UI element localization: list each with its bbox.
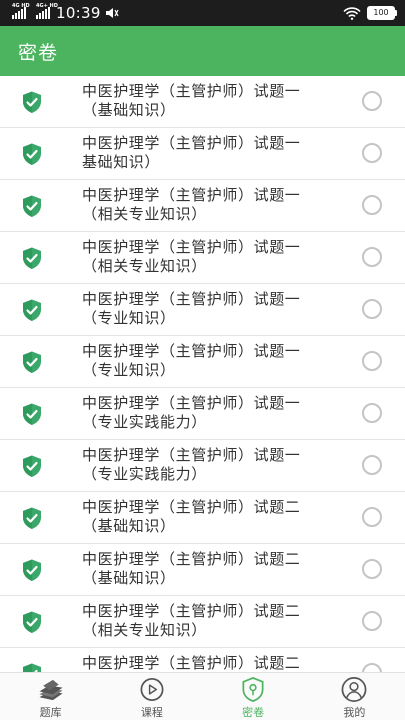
shield-check-icon <box>23 559 41 581</box>
paper-title: 中医护理学（主管护师）试题一 （基础知识） <box>82 82 347 120</box>
select-radio[interactable] <box>362 143 382 163</box>
paper-title-line2: （相关专业知识） <box>82 621 207 639</box>
paper-title-line2: （专业实践能力） <box>82 465 207 483</box>
paper-title-line1: 中医护理学（主管护师）试题一 <box>82 238 301 256</box>
select-radio[interactable] <box>362 611 382 631</box>
nav-label: 课程 <box>140 706 163 719</box>
paper-title-line2: （专业知识） <box>82 309 176 327</box>
paper-title: 中医护理学（主管护师）试题一 （专业知识） <box>82 290 347 328</box>
paper-title-line1: 中医护理学（主管护师）试题一 <box>82 82 301 100</box>
cell-signal-icon: 4G HD <box>12 3 30 19</box>
select-radio[interactable] <box>362 403 382 423</box>
nav-item-question-bank[interactable]: 题库 <box>0 673 101 720</box>
clock: 10:39 <box>56 4 101 22</box>
signal-label: 4G+ HD <box>36 3 58 9</box>
paper-title: 中医护理学（主管护师）试题二 （基础知识） <box>82 498 347 536</box>
list-item[interactable]: 中医护理学（主管护师）试题二 <box>0 648 405 672</box>
mute-icon <box>105 8 119 18</box>
paper-title-line2: （基础知识） <box>82 101 176 119</box>
list-item[interactable]: 中医护理学（主管护师）试题一 （专业实践能力） <box>0 388 405 440</box>
nav-label: 密卷 <box>242 706 265 719</box>
select-radio[interactable] <box>362 247 382 267</box>
paper-title-line1: 中医护理学（主管护师）试题二 <box>82 550 301 568</box>
paper-title: 中医护理学（主管护师）试题二 （相关专业知识） <box>82 602 347 640</box>
select-radio[interactable] <box>362 663 382 672</box>
nav-label: 题库 <box>39 706 62 719</box>
paper-title-line1: 中医护理学（主管护师）试题一 <box>82 186 301 204</box>
paper-title-line1: 中医护理学（主管护师）试题一 <box>82 342 301 360</box>
shield-check-icon <box>23 403 41 425</box>
status-right: 100 <box>343 6 397 20</box>
list-item[interactable]: 中医护理学（主管护师）试题一 （相关专业知识） <box>0 180 405 232</box>
shield-check-icon <box>23 611 41 633</box>
select-radio[interactable] <box>362 559 382 579</box>
select-radio[interactable] <box>362 351 382 371</box>
battery-icon: 100 <box>367 6 397 20</box>
shield-check-icon <box>23 247 41 269</box>
paper-title-line2: 基础知识） <box>82 153 161 171</box>
shield-check-icon <box>23 143 41 165</box>
paper-title-line2: （相关专业知识） <box>82 257 207 275</box>
shield-check-icon <box>23 299 41 321</box>
paper-title-line1: 中医护理学（主管护师）试题二 <box>82 654 301 672</box>
paper-title-line1: 中医护理学（主管护师）试题一 <box>82 134 301 152</box>
shield-check-icon <box>23 507 41 529</box>
paper-title-line2: （相关专业知识） <box>82 205 207 223</box>
paper-title: 中医护理学（主管护师）试题一 （相关专业知识） <box>82 186 347 224</box>
paper-title: 中医护理学（主管护师）试题一 基础知识） <box>82 134 347 172</box>
nav-item-courses[interactable]: 课程 <box>101 673 202 720</box>
status-left: 4G HD 4G+ HD 10:39 <box>12 3 119 22</box>
paper-title-line2: （基础知识） <box>82 517 176 535</box>
paper-title-line1: 中医护理学（主管护师）试题二 <box>82 498 301 516</box>
play-circle-icon <box>140 678 164 701</box>
status-bar: 4G HD 4G+ HD 10:39 100 <box>0 0 405 26</box>
signal-label: 4G HD <box>12 3 30 9</box>
list-item[interactable]: 中医护理学（主管护师）试题二 （基础知识） <box>0 544 405 596</box>
list-item[interactable]: 中医护理学（主管护师）试题一 （专业知识） <box>0 284 405 336</box>
shield-check-icon <box>23 91 41 113</box>
paper-title: 中医护理学（主管护师）试题一 （专业实践能力） <box>82 446 347 484</box>
paper-title-line1: 中医护理学（主管护师）试题一 <box>82 290 301 308</box>
select-radio[interactable] <box>362 455 382 475</box>
cell-signal-icon: 4G+ HD <box>36 3 58 19</box>
select-radio[interactable] <box>362 507 382 527</box>
nav-item-profile[interactable]: 我的 <box>304 673 405 720</box>
list-item[interactable]: 中医护理学（主管护师）试题二 （相关专业知识） <box>0 596 405 648</box>
paper-title: 中医护理学（主管护师）试题二 <box>82 654 347 672</box>
shield-check-icon <box>23 663 41 672</box>
list-item[interactable]: 中医护理学（主管护师）试题一 （基础知识） <box>0 76 405 128</box>
bottom-nav: 题库 课程 密卷 我的 <box>0 672 405 720</box>
shield-check-icon <box>23 195 41 217</box>
list-item[interactable]: 中医护理学（主管护师）试题一 （专业实践能力） <box>0 440 405 492</box>
paper-title: 中医护理学（主管护师）试题一 （专业实践能力） <box>82 394 347 432</box>
wifi-icon <box>343 6 361 20</box>
list-item[interactable]: 中医护理学（主管护师）试题二 （基础知识） <box>0 492 405 544</box>
list-item[interactable]: 中医护理学（主管护师）试题一 （专业知识） <box>0 336 405 388</box>
nav-item-secret-papers[interactable]: 密卷 <box>203 673 304 720</box>
user-icon <box>341 677 367 702</box>
paper-title-line1: 中医护理学（主管护师）试题二 <box>82 602 301 620</box>
list-item[interactable]: 中医护理学（主管护师）试题一 （相关专业知识） <box>0 232 405 284</box>
page-title: 密卷 <box>18 41 59 64</box>
shield-check-icon <box>23 351 41 373</box>
app-bar: 密卷 <box>0 26 405 76</box>
paper-title-line1: 中医护理学（主管护师）试题一 <box>82 446 301 464</box>
shield-check-icon <box>23 455 41 477</box>
paper-list[interactable]: 中医护理学（主管护师）试题一 （基础知识） 中医护理学（主管护师）试题一 基础知识）中… <box>0 76 405 672</box>
nav-label: 我的 <box>343 706 366 719</box>
books-icon <box>39 679 63 701</box>
paper-title-line2: （专业知识） <box>82 361 176 379</box>
paper-title-line2: （基础知识） <box>82 569 176 587</box>
paper-title: 中医护理学（主管护师）试题一 （专业知识） <box>82 342 347 380</box>
select-radio[interactable] <box>362 299 382 319</box>
select-radio[interactable] <box>362 91 382 111</box>
paper-title: 中医护理学（主管护师）试题一 （相关专业知识） <box>82 238 347 276</box>
paper-title-line1: 中医护理学（主管护师）试题一 <box>82 394 301 412</box>
paper-title: 中医护理学（主管护师）试题二 （基础知识） <box>82 550 347 588</box>
paper-title-line2: （专业实践能力） <box>82 413 207 431</box>
select-radio[interactable] <box>362 195 382 215</box>
list-item[interactable]: 中医护理学（主管护师）试题一 基础知识） <box>0 128 405 180</box>
lock-shield-icon <box>242 676 264 702</box>
